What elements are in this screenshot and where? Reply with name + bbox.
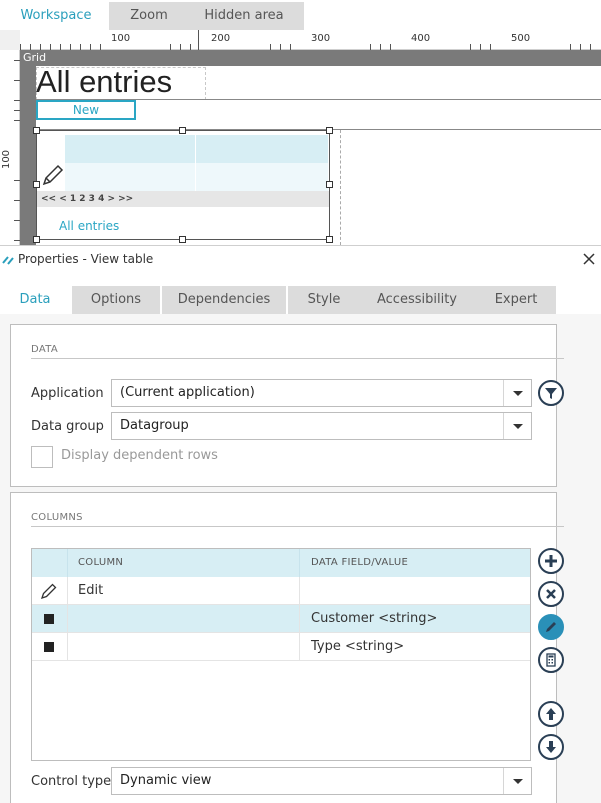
- close-icon[interactable]: [580, 250, 598, 268]
- plus-icon: [545, 555, 557, 567]
- application-value: (Current application): [120, 385, 255, 400]
- tab-style[interactable]: Style: [288, 286, 360, 314]
- resize-handle[interactable]: [33, 236, 40, 243]
- datagroup-select[interactable]: Datagroup: [111, 412, 532, 440]
- calculator-icon: [546, 653, 556, 667]
- control-type-label: Control type: [31, 774, 112, 789]
- tab-expert[interactable]: Expert: [476, 286, 556, 314]
- tab-dependencies[interactable]: Dependencies: [162, 286, 286, 314]
- app-logo-icon: [2, 256, 14, 265]
- filter-icon: [545, 388, 557, 399]
- tab-accessibility[interactable]: Accessibility: [354, 286, 480, 314]
- ruler-label-500: 500: [511, 33, 531, 44]
- tab-hidden-area[interactable]: Hidden area: [184, 2, 304, 30]
- move-up-button[interactable]: [538, 701, 564, 727]
- datagroup-label: Data group: [31, 419, 104, 434]
- ruler-label-100: 100: [111, 33, 131, 44]
- datagroup-value: Datagroup: [120, 418, 189, 433]
- square-icon: [44, 614, 54, 624]
- grid-label: Grid: [23, 51, 47, 64]
- vertical-ruler: 100: [0, 50, 20, 245]
- ruler-label-200: 200: [211, 33, 231, 44]
- chevron-down-icon[interactable]: [503, 380, 531, 406]
- filter-button[interactable]: [538, 380, 564, 406]
- columns-section: COLUMNS COLUMN DATA FIELD/VALUE Edit Cus…: [10, 492, 564, 803]
- add-column-button[interactable]: [538, 548, 564, 574]
- horizontal-ruler: 100 200 300 400 500: [20, 30, 601, 50]
- edit-column-button[interactable]: [538, 614, 564, 640]
- remove-column-button[interactable]: [538, 581, 564, 607]
- designer-tabs: Workspace Zoom Hidden area: [0, 0, 601, 30]
- table-row[interactable]: Customer <string>: [32, 605, 530, 633]
- control-type-select[interactable]: Dynamic view: [111, 767, 532, 795]
- ruler-label-v100: 100: [1, 149, 13, 170]
- calculator-button[interactable]: [538, 647, 564, 673]
- move-down-button[interactable]: [538, 734, 564, 760]
- section-heading: COLUMNS: [31, 512, 83, 523]
- arrow-up-icon: [546, 708, 556, 720]
- grid-side-bar: [20, 66, 36, 245]
- tab-workspace[interactable]: Workspace: [10, 2, 102, 30]
- page-title[interactable]: All entries: [36, 64, 172, 100]
- ruler-label-400: 400: [411, 33, 431, 44]
- designer-area: 100 200 300 400 500 100 Grid All entries: [0, 30, 601, 245]
- tab-zoom[interactable]: Zoom: [109, 2, 189, 30]
- table-row[interactable]: Type <string>: [32, 633, 530, 661]
- design-canvas[interactable]: Grid All entries New << < 1 2 3 4 > >> A…: [20, 50, 601, 245]
- table-row[interactable]: Edit: [32, 577, 530, 605]
- resize-handle[interactable]: [326, 236, 333, 243]
- cell-data-field: Customer <string>: [311, 611, 438, 626]
- cell-column: Edit: [78, 583, 104, 598]
- pager[interactable]: << < 1 2 3 4 > >>: [37, 191, 329, 207]
- section-heading: DATA: [31, 344, 58, 355]
- resize-handle[interactable]: [179, 127, 186, 134]
- resize-handle[interactable]: [179, 236, 186, 243]
- data-section: DATA Application (Current application) D…: [10, 324, 564, 487]
- section-rule: [31, 526, 564, 527]
- guide-line: [340, 130, 341, 245]
- table-header: COLUMN DATA FIELD/VALUE: [32, 549, 530, 577]
- view-table-label: All entries: [59, 219, 120, 233]
- pencil-icon: [42, 164, 64, 186]
- dependent-rows-label: Display dependent rows: [61, 448, 218, 463]
- properties-panel: Properties - View table Data Options Dep…: [0, 245, 601, 803]
- tab-data[interactable]: Data: [0, 286, 70, 314]
- pencil-icon: [546, 622, 556, 632]
- tab-options[interactable]: Options: [72, 286, 160, 314]
- arrow-down-icon: [546, 741, 556, 753]
- view-table-control[interactable]: << < 1 2 3 4 > >> All entries: [36, 130, 330, 240]
- square-icon: [44, 642, 54, 652]
- resize-handle[interactable]: [326, 127, 333, 134]
- new-button[interactable]: New: [36, 100, 136, 120]
- section-rule: [31, 358, 564, 359]
- close-icon: [546, 589, 556, 599]
- application-select[interactable]: (Current application): [111, 379, 532, 407]
- cell-data-field: Type <string>: [311, 639, 405, 654]
- header-data-field: DATA FIELD/VALUE: [311, 557, 409, 568]
- resize-handle[interactable]: [33, 181, 40, 188]
- pencil-icon: [40, 583, 57, 600]
- view-table-cells: [65, 135, 328, 191]
- ruler-label-300: 300: [311, 33, 331, 44]
- application-label: Application: [31, 386, 104, 401]
- control-type-value: Dynamic view: [120, 773, 212, 788]
- columns-table: COLUMN DATA FIELD/VALUE Edit Customer <s…: [31, 548, 531, 761]
- chevron-down-icon[interactable]: [503, 413, 531, 439]
- resize-handle[interactable]: [326, 181, 333, 188]
- dependent-rows-checkbox[interactable]: [31, 446, 53, 468]
- tab-content: DATA Application (Current application) D…: [0, 314, 601, 803]
- header-column: COLUMN: [78, 557, 124, 568]
- properties-tabs: Data Options Dependencies Style Accessib…: [0, 286, 601, 314]
- chevron-down-icon[interactable]: [503, 768, 531, 794]
- panel-title: Properties - View table: [18, 252, 154, 266]
- resize-handle[interactable]: [33, 127, 40, 134]
